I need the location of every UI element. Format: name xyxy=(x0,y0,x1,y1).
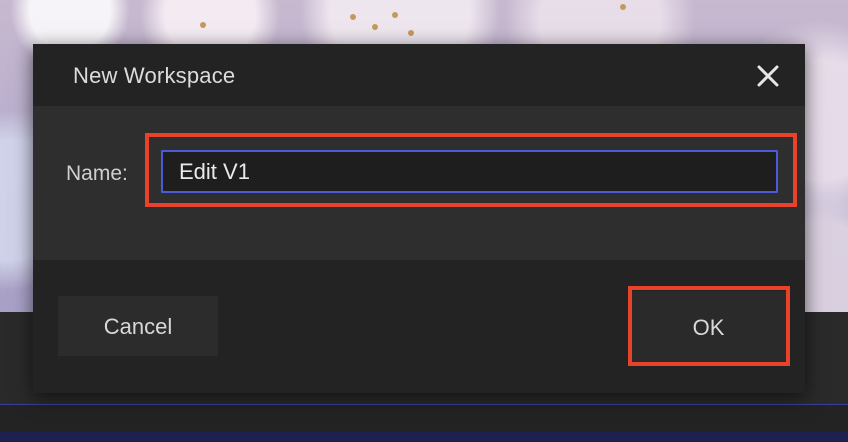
new-workspace-dialog: New Workspace Name: Cancel OK xyxy=(33,44,805,393)
close-icon xyxy=(757,65,779,87)
cancel-button[interactable]: Cancel xyxy=(58,296,218,356)
dialog-body: Name: xyxy=(33,106,805,260)
background-bottom-bar xyxy=(0,432,848,442)
close-button[interactable] xyxy=(755,63,781,89)
ok-button[interactable]: OK xyxy=(631,291,786,363)
dialog-footer: Cancel OK xyxy=(33,260,805,393)
name-input[interactable] xyxy=(161,150,778,193)
dialog-header: New Workspace xyxy=(33,44,805,106)
dialog-title: New Workspace xyxy=(73,63,236,88)
name-label: Name: xyxy=(66,162,128,185)
